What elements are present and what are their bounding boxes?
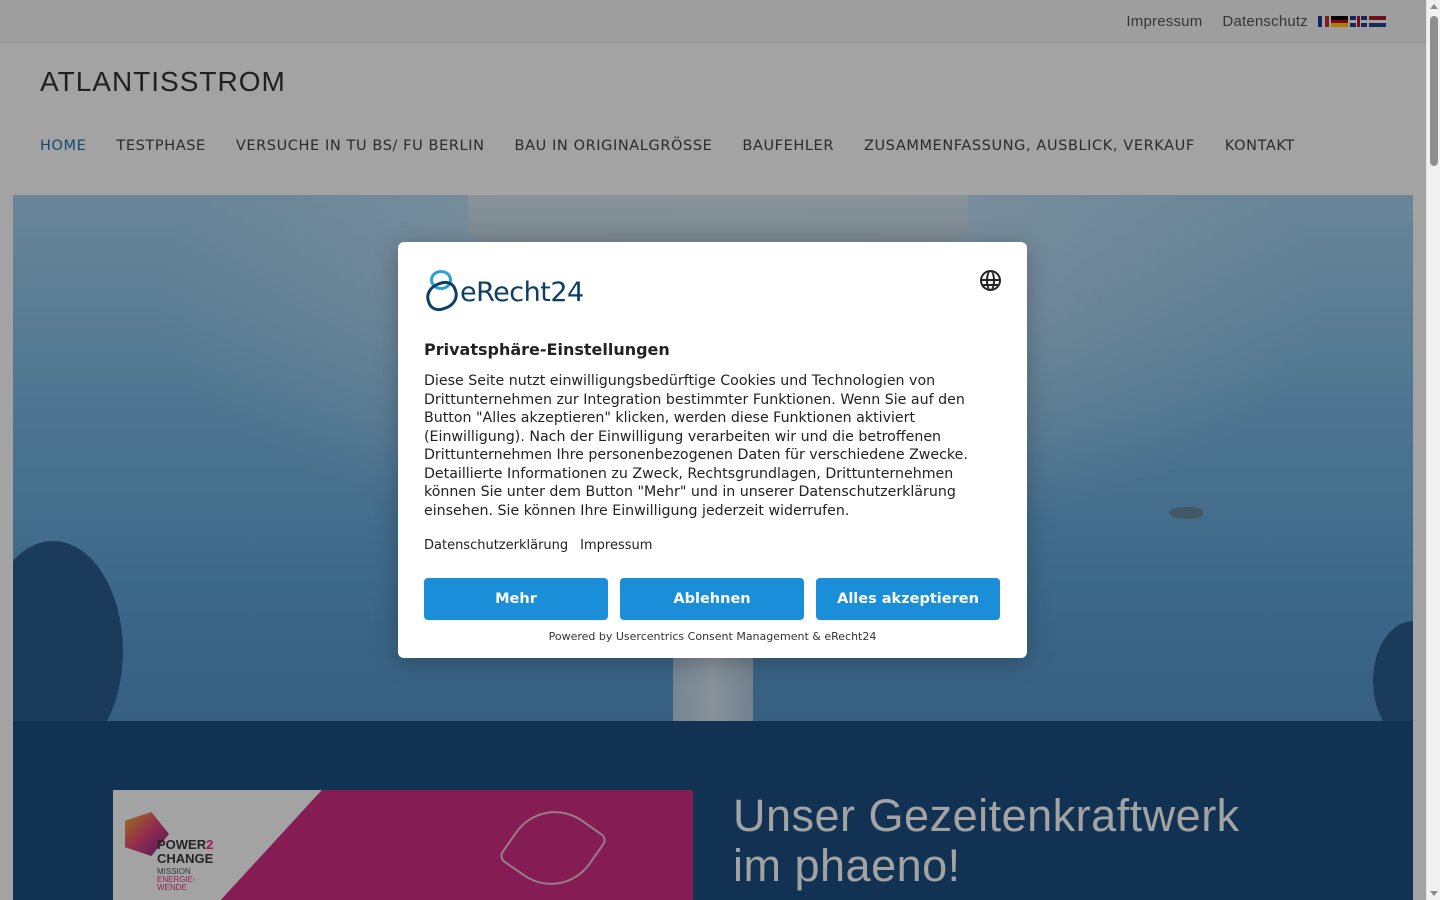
scrollbar-thumb[interactable] — [1430, 16, 1438, 166]
consent-title: Privatsphäre-Einstellungen — [424, 340, 670, 359]
consent-buttons: Mehr Ablehnen Alles akzeptieren — [424, 578, 1000, 620]
privacy-policy-link[interactable]: Datenschutzerklärung — [424, 538, 568, 553]
page-scrollbar[interactable] — [1426, 0, 1440, 900]
accept-all-button[interactable]: Alles akzeptieren — [816, 578, 1000, 620]
consent-body-text: Diese Seite nutzt einwilligungsbedürftig… — [424, 373, 968, 519]
consent-dialog: eRecht24 Privatsphäre-Einstellungen Dies… — [398, 242, 1027, 658]
erecht24-logo-icon — [424, 268, 458, 308]
consent-links: Datenschutzerklärung Impressum — [424, 538, 652, 553]
decline-button[interactable]: Ablehnen — [620, 578, 804, 620]
more-button[interactable]: Mehr — [424, 578, 608, 620]
powered-by-text: Powered by Usercentrics Consent Manageme… — [548, 630, 877, 643]
erecht24-brand-name: eRecht24 — [460, 277, 584, 308]
erecht24-logo: eRecht24 — [424, 268, 584, 308]
imprint-link[interactable]: Impressum — [580, 538, 652, 553]
scroll-down-arrow-icon[interactable] — [1430, 891, 1438, 896]
globe-icon[interactable] — [980, 270, 1001, 291]
scroll-up-arrow-icon[interactable] — [1430, 4, 1438, 9]
